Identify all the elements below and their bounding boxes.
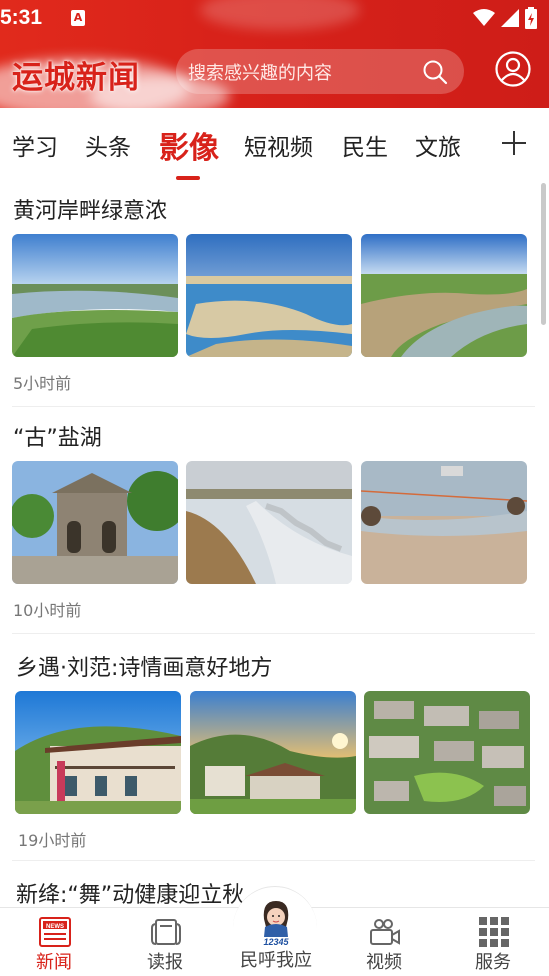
article-divider <box>12 406 535 407</box>
signal-icon <box>501 9 519 27</box>
hotline-12345-icon: 12345 <box>263 901 290 947</box>
article-image[interactable] <box>361 234 527 357</box>
article-image[interactable] <box>364 691 530 814</box>
newspaper-icon <box>151 919 181 945</box>
channel-tabs: 学习 头条 影像 短视频 民生 文旅 <box>0 108 549 180</box>
svg-text:NEWS: NEWS <box>46 924 64 930</box>
nav-hotline-label: 民呼我应 <box>240 950 312 971</box>
tab-headlines[interactable]: 头条 <box>85 128 131 162</box>
video-camera-icon <box>370 919 400 945</box>
tab-short-video[interactable]: 短视频 <box>244 128 313 162</box>
article-image[interactable] <box>190 691 356 814</box>
article-divider <box>12 860 535 861</box>
tab-livelihood[interactable]: 民生 <box>342 128 388 162</box>
nav-news-label: 新闻 <box>36 952 72 973</box>
notification-badge: A <box>71 10 85 26</box>
article-image[interactable] <box>12 461 178 584</box>
nav-services-label: 服务 <box>475 952 511 973</box>
tab-culture-tourism[interactable]: 文旅 <box>415 128 461 162</box>
app-header: 5:31 A 运城新闻 搜索感兴趣的内容 <box>0 0 549 108</box>
search-icon[interactable] <box>422 59 448 85</box>
article-image[interactable] <box>15 691 181 814</box>
battery-icon <box>525 7 537 29</box>
article-time: 5小时前 <box>13 374 72 393</box>
tab-images[interactable]: 影像 <box>159 123 219 167</box>
nav-services[interactable]: 服务 <box>448 908 538 976</box>
grid-icon <box>479 917 509 947</box>
search-bar[interactable]: 搜索感兴趣的内容 <box>176 49 464 94</box>
nav-news[interactable]: NEWS 新闻 <box>9 908 99 976</box>
status-bar: 5:31 A <box>0 0 549 36</box>
nav-video-label: 视频 <box>366 952 402 973</box>
nav-video[interactable]: 视频 <box>339 908 429 976</box>
search-input[interactable]: 搜索感兴趣的内容 <box>188 59 422 85</box>
app-logo: 运城新闻 <box>12 60 140 96</box>
article-title[interactable]: 新绛:“舞”动健康迎立秋 <box>16 877 244 909</box>
article-image[interactable] <box>12 234 178 357</box>
news-icon: NEWS <box>39 917 71 947</box>
article-title[interactable]: “古”盐湖 <box>13 420 102 452</box>
article-time: 10小时前 <box>13 601 82 620</box>
article-image[interactable] <box>361 461 527 584</box>
article-time: 19小时前 <box>18 831 87 850</box>
nav-hotline[interactable]: 12345 民呼我应 <box>226 895 326 975</box>
nav-newspaper-label: 读报 <box>147 952 183 973</box>
article-title[interactable]: 黄河岸畔绿意浓 <box>13 193 167 225</box>
article-image[interactable] <box>186 234 352 357</box>
wifi-icon <box>473 9 495 26</box>
article-image[interactable] <box>186 461 352 584</box>
status-time: 5:31 <box>0 6 43 29</box>
news-feed: 黄河岸畔绿意浓 5小时前 “古”盐湖 10小时前 乡遇·刘范:诗情画意好地方 1… <box>0 180 549 910</box>
feed-scrollbar[interactable] <box>541 183 546 325</box>
article-title[interactable]: 乡遇·刘范:诗情画意好地方 <box>16 650 272 682</box>
nav-newspaper[interactable]: 读报 <box>120 908 210 976</box>
article-divider <box>12 633 535 634</box>
user-profile-icon[interactable] <box>495 51 531 87</box>
status-icons <box>473 7 537 29</box>
tab-study[interactable]: 学习 <box>12 128 58 162</box>
add-channel-icon[interactable] <box>501 130 527 156</box>
